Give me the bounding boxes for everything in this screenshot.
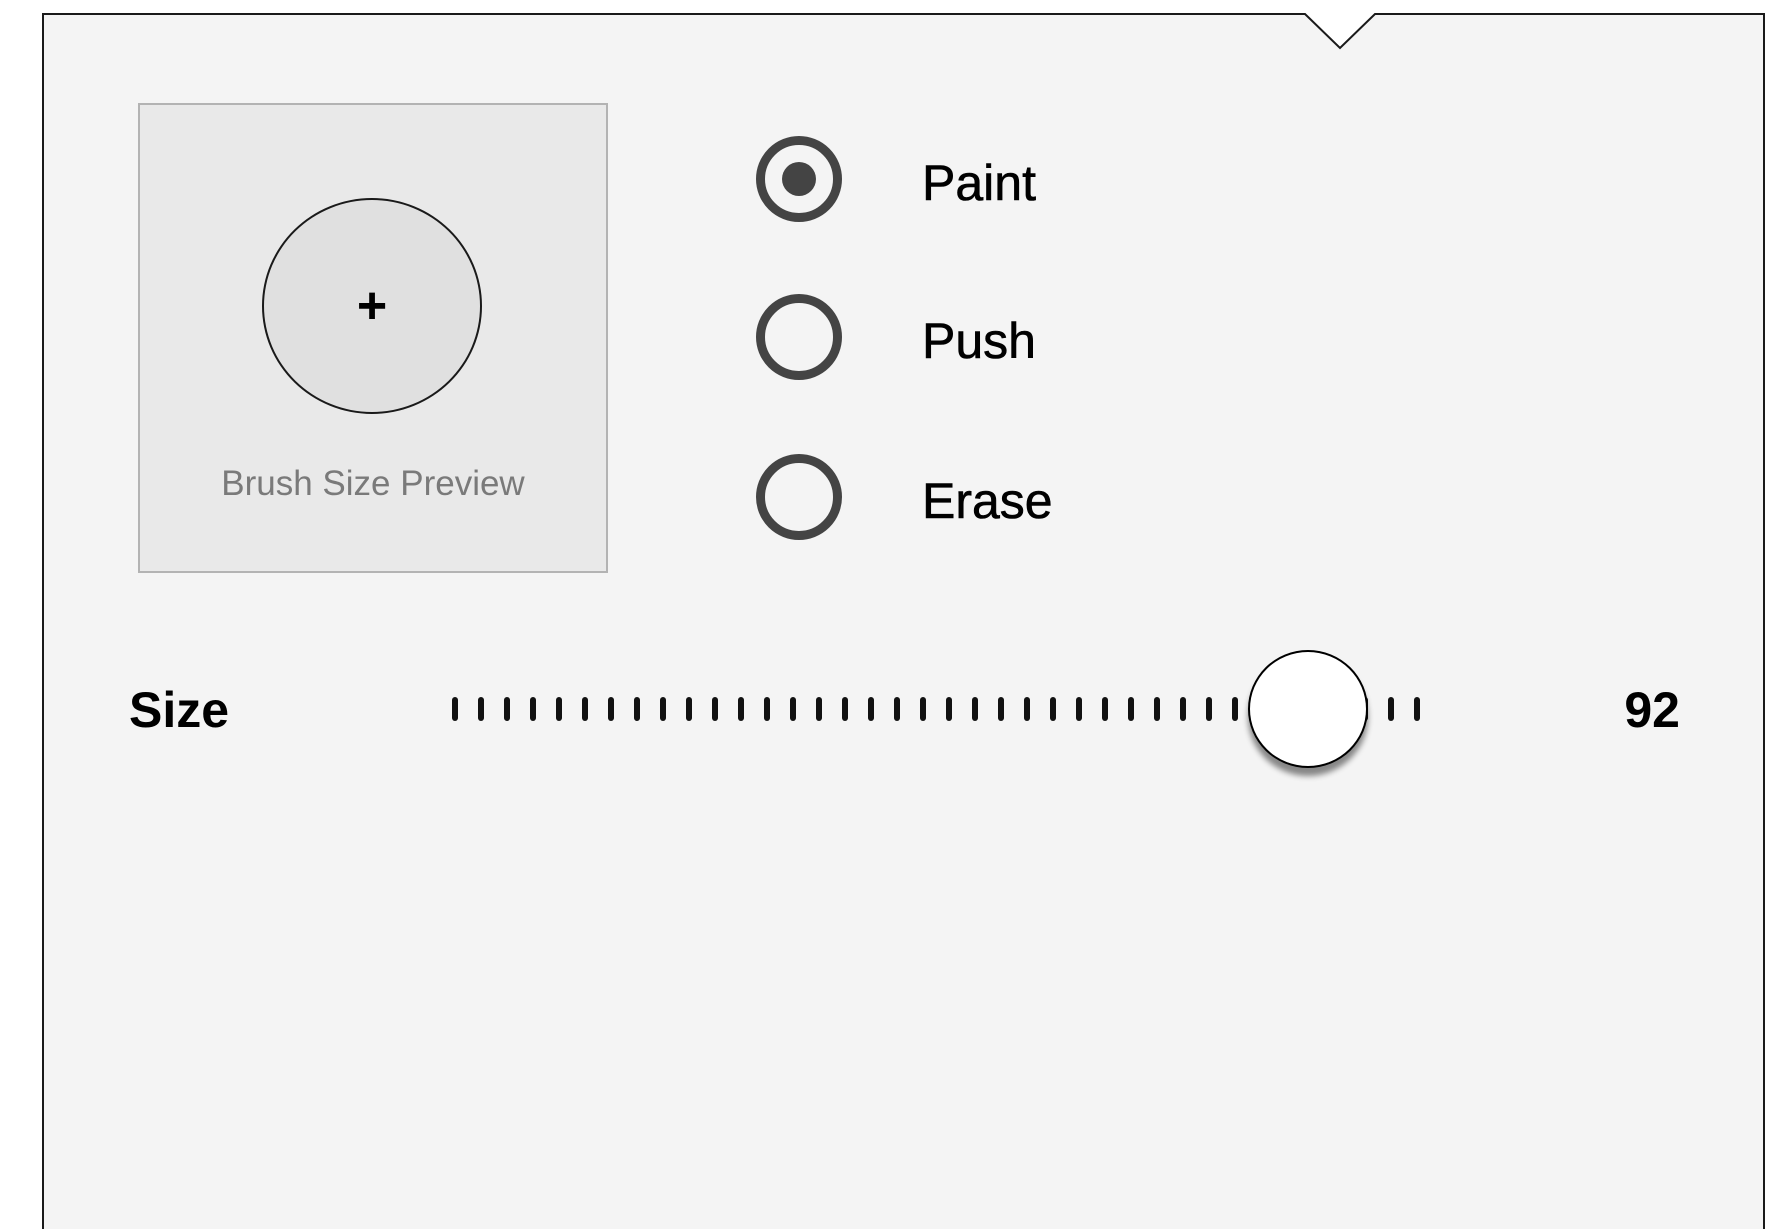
slider-tick <box>1180 697 1186 721</box>
brush-size-preview-label: Brush Size Preview <box>221 464 525 503</box>
slider-tick <box>634 697 640 721</box>
slider-tick <box>842 697 848 721</box>
slider-tick <box>1154 697 1160 721</box>
slider-tick <box>504 697 510 721</box>
slider-tick <box>1232 697 1238 721</box>
mode-label-push: Push <box>922 313 1037 370</box>
slider-tick <box>556 697 562 721</box>
slider-tick <box>686 697 692 721</box>
slider-tick <box>712 697 718 721</box>
slider-tick <box>920 697 926 721</box>
radio-erase[interactable] <box>756 454 842 540</box>
slider-tick <box>738 697 744 721</box>
slider-tick <box>894 697 900 721</box>
slider-tick <box>1128 697 1134 721</box>
mode-option-erase[interactable]: Erase <box>756 454 1256 544</box>
slider-tick <box>1102 697 1108 721</box>
slider-tick <box>608 697 614 721</box>
mode-option-paint[interactable]: Paint <box>756 136 1256 226</box>
size-value: 92 <box>1624 682 1680 738</box>
slider-thumb[interactable] <box>1248 650 1369 768</box>
mode-label-paint: Paint <box>922 155 1037 212</box>
slider-tick <box>582 697 588 721</box>
slider-tick <box>1388 697 1394 721</box>
radio-push[interactable] <box>756 294 842 380</box>
size-label: Size <box>129 682 230 738</box>
mode-label-erase: Erase <box>922 473 1053 530</box>
slider-tick <box>1206 697 1212 721</box>
slider-tick <box>452 697 458 721</box>
radio-selected-dot <box>782 162 816 196</box>
size-slider[interactable] <box>440 640 1440 770</box>
slider-tick <box>972 697 978 721</box>
slider-tick <box>946 697 952 721</box>
slider-tick <box>998 697 1004 721</box>
slider-tick <box>530 697 536 721</box>
radio-paint[interactable] <box>756 136 842 222</box>
brush-settings-popover: + Brush Size Preview Paint Push Erase Si… <box>0 0 1776 1229</box>
slider-tick <box>868 697 874 721</box>
slider-tick <box>790 697 796 721</box>
slider-tick <box>816 697 822 721</box>
slider-tick <box>764 697 770 721</box>
mode-option-push[interactable]: Push <box>756 294 1256 384</box>
slider-tick <box>1050 697 1056 721</box>
slider-tick <box>1024 697 1030 721</box>
crosshair-icon: + <box>356 277 388 335</box>
slider-tick <box>1076 697 1082 721</box>
slider-tick <box>1414 697 1420 721</box>
slider-tick <box>660 697 666 721</box>
slider-tick <box>478 697 484 721</box>
